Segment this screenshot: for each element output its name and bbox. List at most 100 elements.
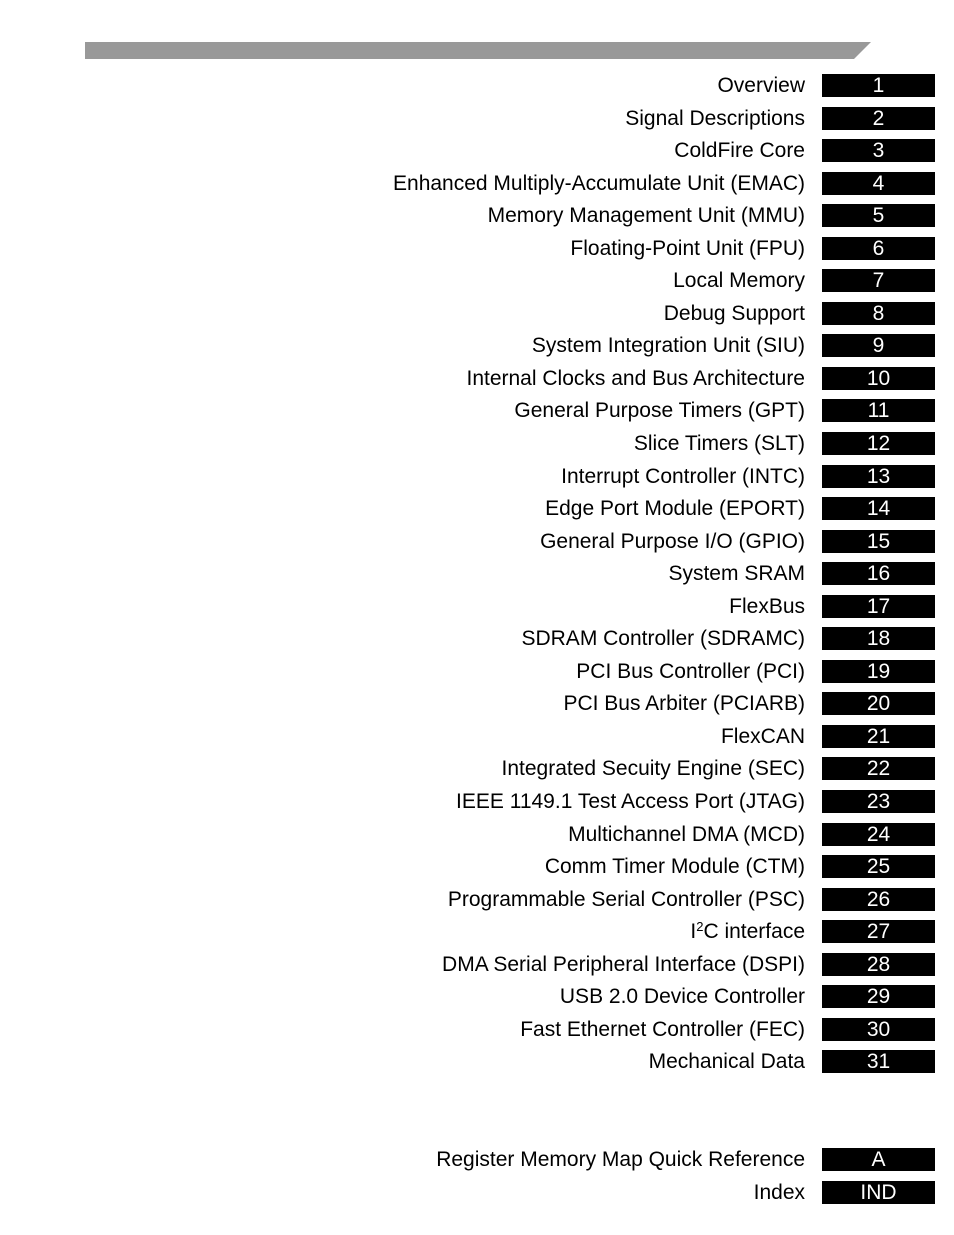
chapter-title: IEEE 1149.1 Test Access Port (JTAG) [456,790,805,814]
chapter-title: ColdFire Core [674,139,805,163]
chapter-title: Floating-Point Unit (FPU) [570,236,805,260]
chapter-row[interactable]: Programmable Serial Controller (PSC) 26 [0,887,954,921]
chapter-number-tab[interactable]: 18 [822,627,935,651]
chapter-title: SDRAM Controller (SDRAMC) [521,627,805,651]
chapter-row[interactable]: Memory Management Unit (MMU) 5 [0,204,954,237]
chapter-number-tab[interactable]: 31 [822,1050,935,1074]
chapter-row[interactable]: Edge Port Module (EPORT) 14 [0,497,954,530]
chapter-number-tab[interactable]: 29 [822,985,935,1009]
chapter-number-tab[interactable]: 11 [822,399,935,423]
chapter-number-tab[interactable]: 24 [822,822,935,846]
chapter-tab-list: Overview 1 Signal Descriptions 2 ColdFire Co… [0,74,954,1213]
chapter-row[interactable]: General Purpose I/O (GPIO) 15 [0,529,954,563]
chapter-title: Enhanced Multiply-Accumulate Unit (EMAC) [393,171,805,195]
chapter-number-tab[interactable]: 14 [822,497,935,521]
chapter-row[interactable]: Debug Support 8 [0,301,954,335]
chapter-row[interactable]: Floating-Point Unit (FPU) 6 [0,236,954,270]
chapter-number-tab[interactable]: 27 [822,920,935,944]
chapter-title: PCI Bus Arbiter (PCIARB) [563,692,805,716]
chapter-row[interactable]: Integrated Secuity Engine (SEC) 22 [0,757,954,790]
chapter-number-tab[interactable]: 19 [822,659,935,683]
appendix-row[interactable]: Index IND [0,1180,954,1214]
chapter-row[interactable]: General Purpose Timers (GPT) 11 [0,399,954,432]
chapter-title: I2C interface [690,919,805,944]
chapter-number-tab[interactable]: 16 [822,562,935,586]
chapter-row[interactable]: DMA Serial Peripheral Interface (DSPI) 28 [0,952,954,986]
chapter-row[interactable]: USB 2.0 Device Controller 29 [0,985,954,1018]
chapter-number-tab[interactable]: 21 [822,724,935,748]
chapter-title: FlexCAN [720,724,805,748]
chapter-title: Local Memory [673,269,805,293]
appendix-letter-tab[interactable]: A [822,1148,935,1172]
chapter-number-tab[interactable]: 17 [822,594,935,618]
chapter-title: Overview [717,74,805,97]
chapter-number-tab[interactable]: 22 [822,757,935,781]
chapter-title: Edge Port Module (EPORT) [545,497,805,521]
chapter-row[interactable]: Comm Timer Module (CTM) 25 [0,855,954,888]
chapter-number-tab[interactable]: 9 [822,334,935,358]
appendix-title: Register Memory Map Quick Reference [436,1148,805,1172]
chapter-title: USB 2.0 Device Controller [559,985,805,1009]
chapter-number-tab[interactable]: 25 [822,855,935,879]
chapter-row[interactable]: PCI Bus Arbiter (PCIARB) 20 [0,692,954,725]
chapter-number-tab[interactable]: 10 [822,366,935,390]
chapter-title: PCI Bus Controller (PCI) [576,659,805,683]
chapter-number-tab[interactable]: 5 [822,204,935,228]
chapter-number-tab[interactable]: 20 [822,692,935,716]
chapter-title: Mechanical Data [648,1050,805,1074]
chapter-number-tab[interactable]: 30 [822,1017,935,1041]
chapter-row[interactable]: IEEE 1149.1 Test Access Port (JTAG) 23 [0,790,954,823]
chapter-number-tab[interactable]: 23 [822,790,935,814]
chapter-number-tab[interactable]: 3 [822,139,935,163]
chapter-row[interactable]: FlexBus 17 [0,594,954,628]
chapter-number-tab[interactable]: 6 [822,236,935,260]
chapter-row[interactable]: ColdFire Core 3 [0,139,954,172]
chapter-title: Programmable Serial Controller (PSC) [447,887,805,911]
chapter-number-tab[interactable]: 13 [822,464,935,488]
chapter-row[interactable]: Local Memory 7 [0,269,954,302]
chapter-number-tab[interactable]: 12 [822,432,935,456]
chapter-row[interactable]: FlexCAN 21 [0,724,954,758]
chapter-row[interactable]: SDRAM Controller (SDRAMC) 18 [0,627,954,660]
chapter-title: General Purpose I/O (GPIO) [540,529,805,553]
chapter-row[interactable]: System Integration Unit (SIU) 9 [0,334,954,367]
chapter-title: Signal Descriptions [625,106,805,130]
chapter-row[interactable]: PCI Bus Controller (PCI) 19 [0,659,954,693]
chapter-number-tab[interactable]: 1 [822,74,935,97]
chapter-title: Interrupt Controller (INTC) [561,464,805,488]
chapter-number-tab[interactable]: 26 [822,887,935,911]
chapter-row[interactable]: Multichannel DMA (MCD) 24 [0,822,954,856]
chapter-number-tab[interactable]: 7 [822,269,935,293]
chapter-title: Comm Timer Module (CTM) [544,855,805,879]
chapter-title: Internal Clocks and Bus Architecture [466,366,805,390]
chapter-row[interactable]: Internal Clocks and Bus Architecture 10 [0,366,954,400]
appendix-row[interactable]: Register Memory Map Quick Reference A [0,1148,954,1181]
chapter-title: General Purpose Timers (GPT) [514,399,805,423]
chapter-title: System Integration Unit (SIU) [531,334,805,358]
chapter-row[interactable]: Overview 1 [0,74,954,107]
chapter-row[interactable]: System SRAM 16 [0,562,954,595]
chapter-title: Slice Timers (SLT) [633,432,805,456]
chapter-row[interactable]: I2C interface 27 [0,920,954,953]
chapter-number-tab[interactable]: 2 [822,106,935,130]
chapter-title: System SRAM [668,562,805,586]
header-rule [85,42,871,59]
chapter-title: Memory Management Unit (MMU) [487,204,805,228]
chapter-row[interactable]: Enhanced Multiply-Accumulate Unit (EMAC)… [0,171,954,205]
chapter-title: Integrated Secuity Engine (SEC) [501,757,806,781]
appendix-letter-tab[interactable]: IND [822,1180,935,1204]
chapter-number-tab[interactable]: 4 [822,171,935,195]
chapter-row[interactable]: Interrupt Controller (INTC) 13 [0,464,954,498]
chapter-row[interactable]: Slice Timers (SLT) 12 [0,432,954,465]
chapter-title: Multichannel DMA (MCD) [568,822,805,846]
chapter-title: Fast Ethernet Controller (FEC) [520,1017,805,1041]
chapter-title: DMA Serial Peripheral Interface (DSPI) [442,952,805,976]
chapter-row[interactable]: Mechanical Data 31 [0,1050,954,1083]
chapter-row[interactable]: Fast Ethernet Controller (FEC) 30 [0,1017,954,1051]
chapter-number-tab[interactable]: 8 [822,301,935,325]
chapter-number-tab[interactable]: 28 [822,952,935,976]
appendix-title: Index [753,1180,805,1204]
chapter-number-tab[interactable]: 15 [822,529,935,553]
chapter-row[interactable]: Signal Descriptions 2 [0,106,954,140]
